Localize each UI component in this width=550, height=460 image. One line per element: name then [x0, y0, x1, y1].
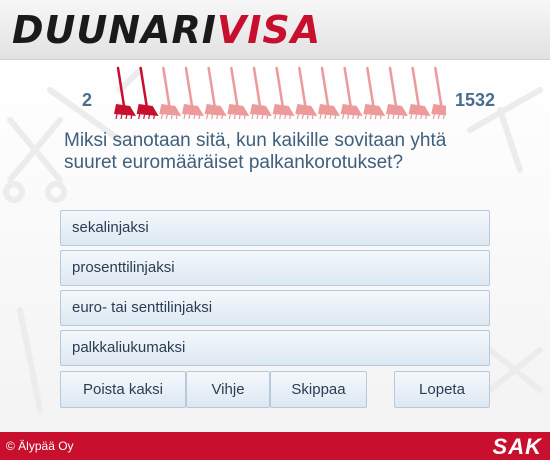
logo-text-duunari: DUUNARI	[12, 8, 217, 52]
quit-button[interactable]: Lopeta	[394, 371, 490, 408]
broom-step-pending-icon	[408, 66, 431, 120]
answer-option-3[interactable]: euro- tai senttilinjaksi	[60, 290, 490, 326]
max-score: 1532	[455, 90, 496, 110]
copyright-text: © Älypää Oy	[6, 439, 74, 453]
broom-step-pending-icon	[431, 66, 446, 120]
broom-step-pending-icon	[363, 66, 386, 120]
broom-step-pending-icon	[295, 66, 318, 120]
footer: © Älypää Oy SAK	[0, 432, 550, 460]
broom-step-pending-icon	[227, 66, 250, 120]
question-text: Miksi sanotaan sitä, kun kaikille sovita…	[64, 130, 447, 173]
duunarivisa-logo: DUUNARIVISA	[12, 10, 321, 50]
broom-step-pending-icon	[318, 66, 340, 120]
answer-option-2[interactable]: prosenttilinjaksi	[60, 250, 490, 286]
logo-text-visa: VISA	[216, 8, 322, 52]
skip-button[interactable]: Skippaa	[270, 371, 367, 408]
broom-step-completed-icon	[114, 66, 136, 120]
broom-step-pending-icon	[204, 66, 227, 120]
answer-option-4[interactable]: palkkaliukumaksi	[60, 330, 490, 366]
game-window: DUUNARIVISA 2 1532 Miksi sanotaan sitä, …	[0, 0, 550, 460]
broom-step-pending-icon	[250, 66, 272, 120]
broom-step-completed-icon	[136, 66, 159, 120]
broom-step-pending-icon	[182, 66, 204, 120]
progress-bar: 2 1532	[0, 62, 550, 122]
broom-step-pending-icon	[272, 66, 295, 120]
hint-button[interactable]: Vihje	[186, 371, 270, 408]
broom-step-pending-icon	[386, 66, 408, 120]
broom-step-pending-icon	[340, 66, 363, 120]
broom-step-pending-icon	[159, 66, 182, 120]
remove-two-button[interactable]: Poista kaksi	[60, 371, 186, 408]
broom-progress-track	[114, 66, 446, 120]
sak-logo: SAK	[492, 434, 542, 459]
header: DUUNARIVISA	[0, 0, 550, 60]
answer-option-1[interactable]: sekalinjaksi	[60, 210, 490, 246]
current-score: 2	[82, 90, 93, 110]
